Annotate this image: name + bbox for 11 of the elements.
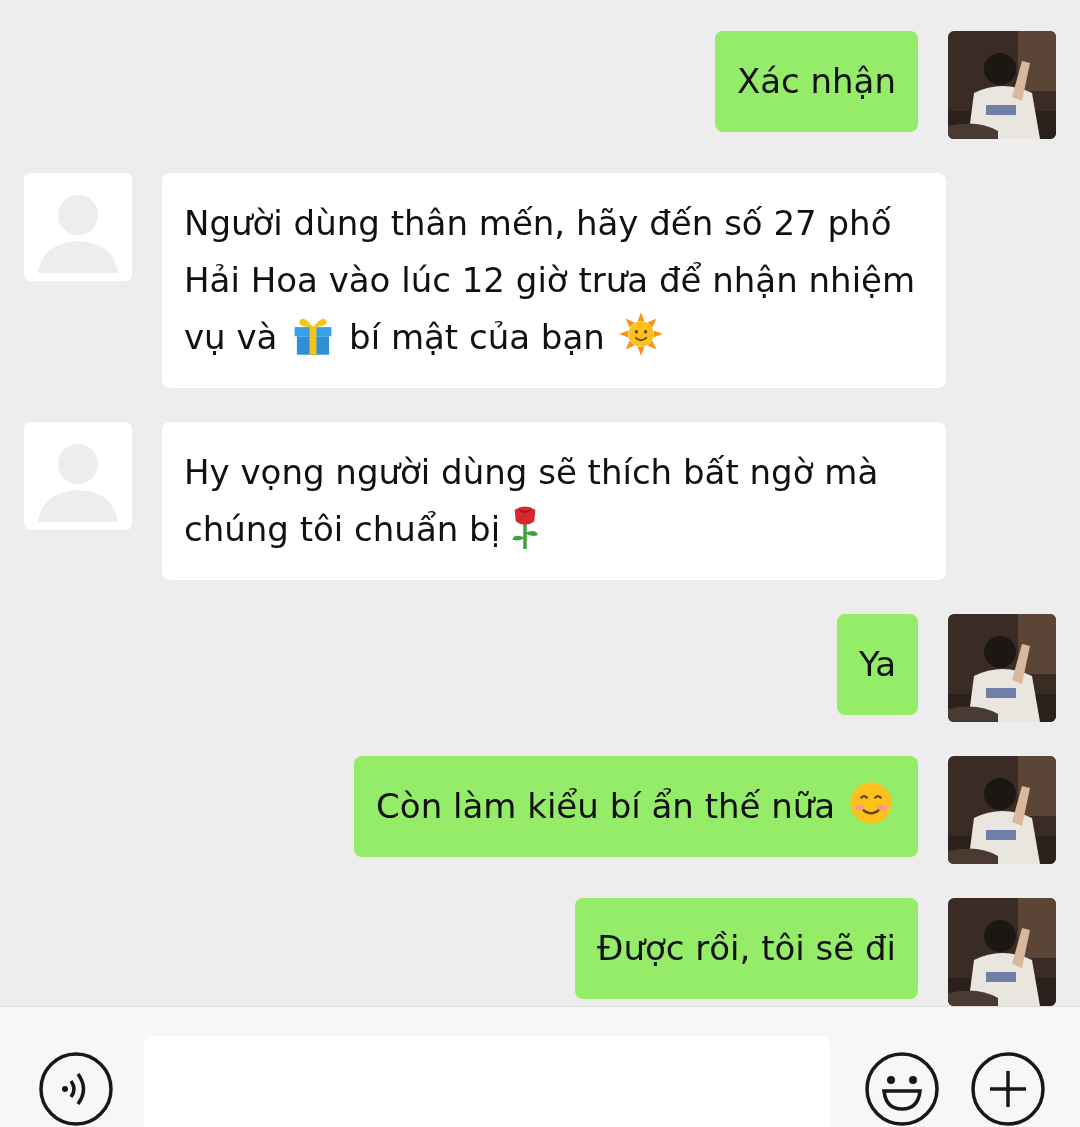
smiley-icon[interactable] bbox=[864, 1050, 940, 1127]
message-bubble: Ya bbox=[837, 614, 918, 715]
message-bubble: Người dùng thân mến, hãy đến số 27 phố Hải Hoa vào lúc 12 giờ trưa để nhận nhiệm vụ và bí mật của bạn bbox=[162, 173, 946, 388]
smiling-face-icon bbox=[848, 780, 894, 826]
message-bubble: Hy vọng người dùng sẽ thích bất ngờ mà chúng tôi chuẩn bị bbox=[162, 422, 946, 580]
message-bubble: Còn làm kiểu bí ẩn thế nữa bbox=[354, 756, 918, 857]
message-bubble: Được rồi, tôi sẽ đi bbox=[575, 898, 918, 999]
message-bubble: Xác nhận bbox=[714, 31, 918, 132]
sun-icon bbox=[617, 311, 664, 357]
voice-icon[interactable] bbox=[38, 1050, 114, 1127]
plus-icon[interactable] bbox=[970, 1050, 1046, 1127]
